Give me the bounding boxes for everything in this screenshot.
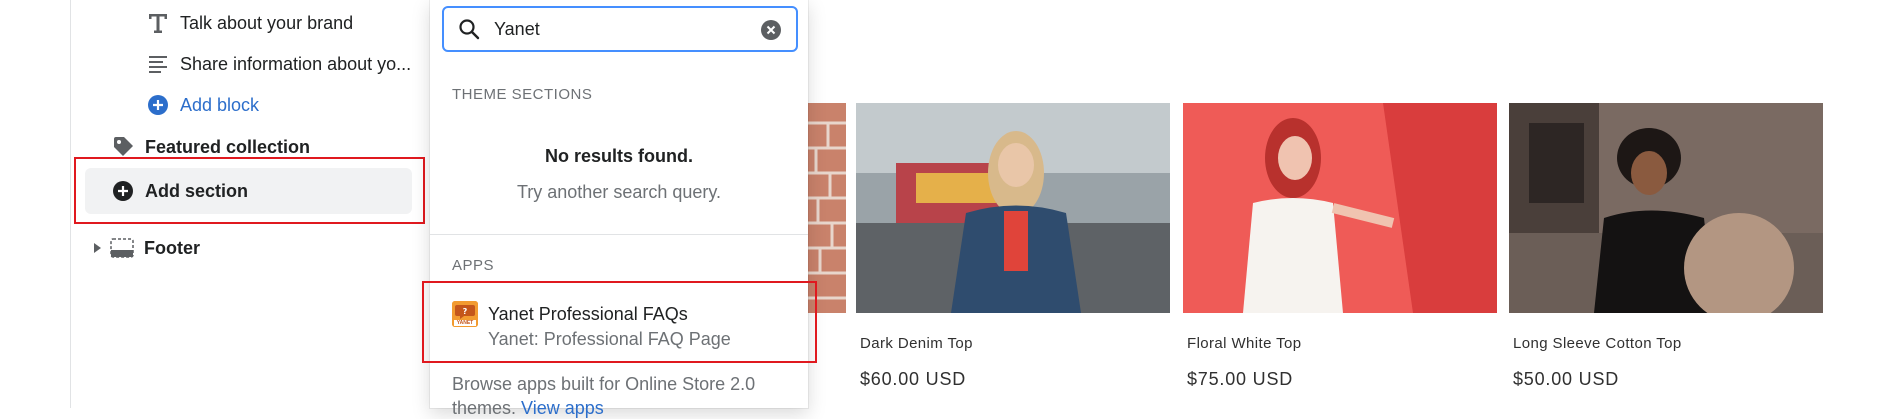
footer-icon	[110, 236, 134, 260]
product-name[interactable]: Long Sleeve Cotton Top	[1513, 335, 1682, 352]
caret-right-icon[interactable]	[92, 238, 102, 259]
product-name[interactable]: Dark Denim Top	[860, 335, 973, 352]
add-block-label: Add block	[180, 94, 260, 115]
section-label: Featured collection	[145, 136, 311, 157]
plus-circle-icon	[146, 93, 170, 117]
block-label: Talk about your brand	[180, 12, 354, 33]
theme-sections-header: THEME SECTIONS	[452, 86, 593, 103]
block-label: Share information about yo...	[180, 53, 412, 74]
no-results-text: No results found.	[545, 146, 693, 166]
block-share-information[interactable]: Share information about yo...	[146, 52, 411, 76]
tag-icon	[111, 135, 135, 159]
section-label: Footer	[144, 237, 200, 258]
add-block-button[interactable]: Add block	[146, 93, 259, 117]
view-apps-link[interactable]: View apps	[521, 398, 604, 418]
browse-apps-line-2: themes. View apps	[452, 398, 604, 419]
search-icon	[458, 18, 480, 40]
theme-editor-sidebar: Talk about your brand Share information …	[0, 0, 430, 408]
section-footer[interactable]: Footer	[92, 236, 200, 260]
browse-apps-text: Browse apps built for Online Store 2.0	[452, 374, 756, 394]
product-image-dark-denim-top[interactable]	[856, 103, 1170, 313]
try-another-text: Try another search query.	[516, 182, 722, 202]
text-icon	[146, 11, 170, 35]
browse-apps-themes-text: themes.	[452, 398, 517, 418]
clear-search-icon[interactable]	[760, 19, 782, 41]
apps-header: APPS	[452, 257, 495, 274]
annotation-box-yanet-app	[422, 281, 817, 363]
sidebar-divider	[70, 0, 71, 408]
section-search-field[interactable]	[442, 6, 798, 52]
search-input[interactable]	[492, 17, 746, 41]
product-image-long-sleeve-cotton-top[interactable]	[1509, 103, 1823, 313]
section-featured-collection[interactable]: Featured collection	[111, 135, 310, 159]
paragraph-icon	[146, 52, 170, 76]
annotation-box-add-section	[74, 157, 425, 224]
product-price: $75.00 USD	[1187, 369, 1294, 389]
product-image-floral-white-top[interactable]	[1183, 103, 1497, 313]
block-talk-about-brand[interactable]: Talk about your brand	[146, 11, 353, 35]
product-price: $60.00 USD	[860, 369, 967, 389]
popover-divider	[430, 234, 808, 235]
product-price: $50.00 USD	[1513, 369, 1620, 389]
product-name[interactable]: Floral White Top	[1187, 335, 1302, 352]
storefront-preview: Dark Denim Top $60.00 USD Floral White T…	[808, 0, 1878, 408]
